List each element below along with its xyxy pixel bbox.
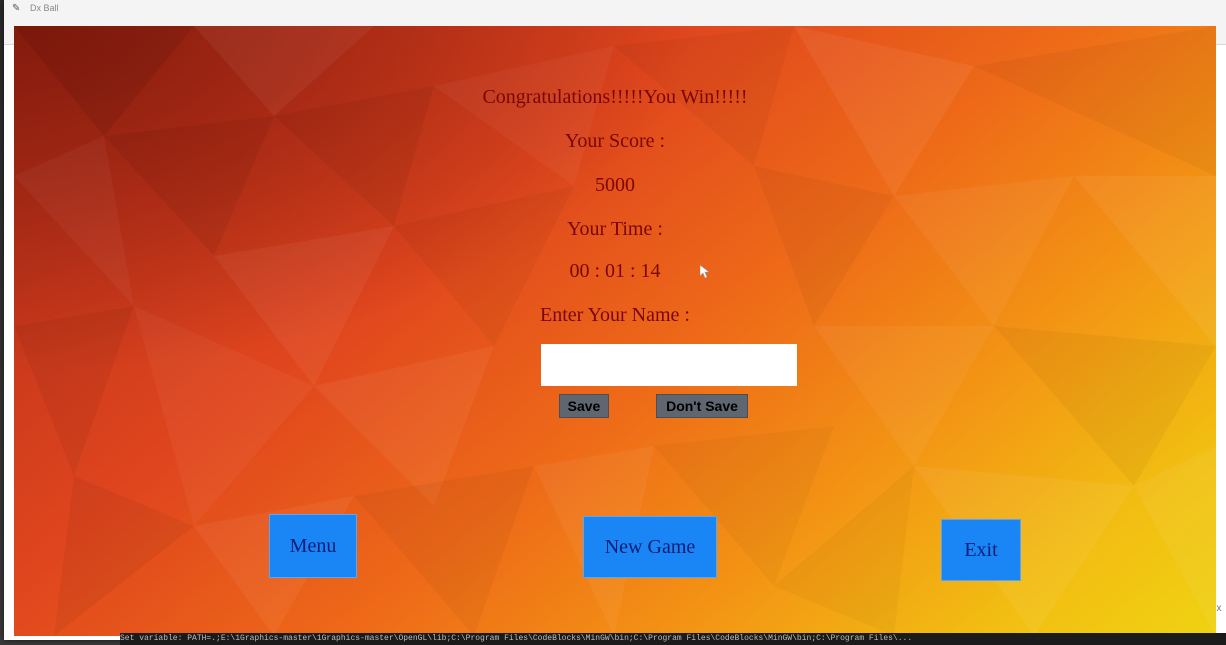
player-name-input[interactable] xyxy=(541,344,797,386)
exit-button[interactable]: Exit xyxy=(941,519,1021,581)
screen: ✎ Dx Ball — ☐ ✕ xyxy=(0,0,1226,645)
game-window: ✎ Dx Ball — ☐ ✕ xyxy=(4,0,1226,640)
window-title: Dx Ball xyxy=(30,3,59,13)
menu-button[interactable]: Menu xyxy=(269,514,357,578)
win-headline: Congratulations!!!!!You Win!!!!! xyxy=(482,86,748,108)
time-label: Your Time : xyxy=(567,218,663,240)
save-button[interactable]: Save xyxy=(559,394,609,418)
game-area: Congratulations!!!!!You Win!!!!! Your Sc… xyxy=(14,26,1216,636)
time-value: 00 : 01 : 14 xyxy=(569,260,661,282)
score-label: Your Score : xyxy=(564,130,666,152)
new-game-button[interactable]: New Game xyxy=(583,516,717,578)
console-output: Set variable: PATH=.;E:\1Graphics-master… xyxy=(120,633,1226,645)
mouse-pointer-icon xyxy=(700,265,710,279)
dont-save-button[interactable]: Don't Save xyxy=(656,394,748,418)
name-label: Enter Your Name : xyxy=(540,304,690,326)
pencil-icon: ✎ xyxy=(12,3,21,14)
background-close-icon[interactable]: x xyxy=(1212,600,1226,616)
score-value: 5000 xyxy=(595,174,635,196)
